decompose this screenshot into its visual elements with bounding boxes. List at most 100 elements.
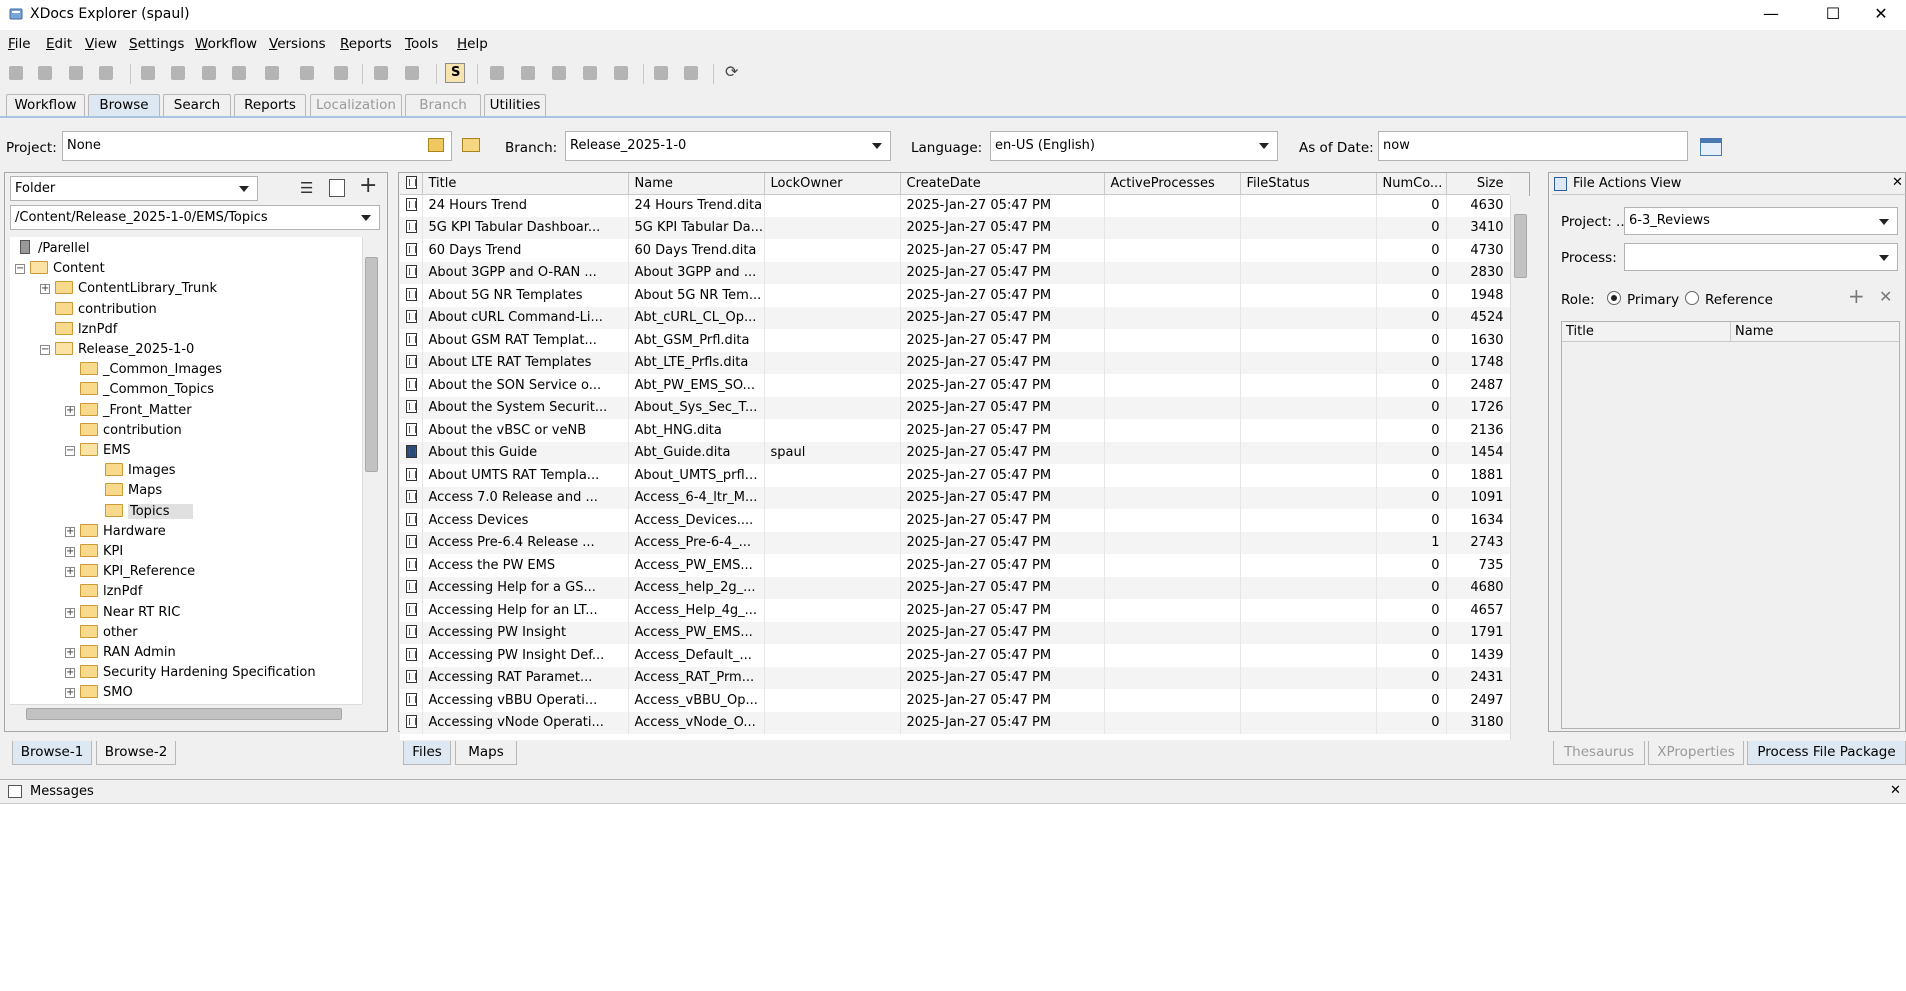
- delete-icon[interactable]: [297, 63, 317, 83]
- role-primary-radio[interactable]: [1607, 291, 1621, 305]
- tab-utilities[interactable]: Utilities: [484, 94, 546, 116]
- tree-expander-icon[interactable]: +: [40, 284, 50, 295]
- list-view-icon[interactable]: ☰: [300, 180, 316, 196]
- add-icon[interactable]: +: [359, 175, 377, 197]
- menu-workflow[interactable]: Workflow: [195, 36, 257, 52]
- tree-expander-icon[interactable]: +: [65, 567, 75, 578]
- tab-files[interactable]: Files: [403, 741, 451, 765]
- tree-node[interactable]: Security Hardening Specification: [80, 663, 316, 683]
- tree-node[interactable]: Release_2025-1-0: [55, 340, 194, 360]
- tree-expander-icon[interactable]: +: [65, 405, 75, 416]
- refresh-icon[interactable]: ⟳: [722, 62, 742, 83]
- table-row[interactable]: Accessing vBBU Operati... Access_vBBU_Op.…: [400, 689, 1510, 712]
- table-row[interactable]: About the vBSC or veNB Abt_HNG.dita 2025-J…: [400, 419, 1510, 442]
- tree-expander-icon[interactable]: −: [65, 446, 75, 456]
- table-row[interactable]: Accessing PW Insight Access_PW_EMS... 2025…: [400, 621, 1510, 644]
- close-icon[interactable]: ✕: [1892, 175, 1903, 190]
- column-header[interactable]: ActiveProcesses: [1104, 173, 1241, 195]
- close-button[interactable]: ✕: [1858, 0, 1904, 28]
- document-icon[interactable]: [329, 179, 345, 197]
- scroll-thumb[interactable]: [26, 708, 342, 720]
- menu-edit[interactable]: Edit: [46, 36, 72, 52]
- table-row[interactable]: About the SON Service o... Abt_PW_EMS_SO.…: [400, 374, 1510, 397]
- calendar-icon[interactable]: [1700, 138, 1722, 156]
- grid-view-icon[interactable]: [651, 63, 671, 83]
- grid-vertical-scrollbar[interactable]: [1510, 196, 1530, 740]
- column-header[interactable]: FileStatus: [1240, 173, 1377, 195]
- menu-versions[interactable]: Versions: [269, 36, 326, 52]
- tab-browse-2[interactable]: Browse-2: [96, 741, 176, 765]
- minimize-button[interactable]: —: [1748, 0, 1794, 28]
- paste-icon[interactable]: [199, 63, 219, 83]
- view-select[interactable]: Folder: [10, 176, 258, 201]
- tab-thesaurus[interactable]: Thesaurus: [1553, 741, 1645, 765]
- table-row[interactable]: About LTE RAT Templates Abt_LTE_Prfls.dit…: [400, 351, 1510, 374]
- tree-node[interactable]: Near RT RIC: [80, 603, 180, 623]
- table-row[interactable]: About GSM RAT Templat... Abt_GSM_Prfl.dit…: [400, 329, 1510, 352]
- table-row[interactable]: About UMTS RAT Templa... About_UMTS_prfls…: [400, 464, 1510, 487]
- tree-node[interactable]: Images: [105, 461, 176, 481]
- tree-node[interactable]: SMO: [80, 683, 133, 703]
- tree-node[interactable]: Hardware: [80, 522, 166, 542]
- folder-browse-icon[interactable]: [428, 138, 444, 152]
- tab-xproperties[interactable]: XProperties: [1648, 741, 1744, 765]
- menu-help[interactable]: Help: [457, 36, 488, 52]
- tree-vertical-scrollbar[interactable]: [362, 237, 380, 704]
- remove-icon[interactable]: ✕: [1879, 287, 1892, 306]
- undo-checkout-icon[interactable]: [66, 63, 86, 83]
- table-row[interactable]: 24 Hours Trend 24 Hours Trend.dita 2025-Ja…: [400, 194, 1510, 217]
- table-row[interactable]: Access 7.0 Release and ... Access_6-4_ltr…: [400, 486, 1510, 509]
- tree-node[interactable]: ContentLibrary_Trunk: [55, 279, 217, 299]
- table-row[interactable]: About this Guide Abt_Guide.dita spaul 2025-…: [400, 441, 1510, 464]
- menu-view[interactable]: View: [85, 36, 117, 52]
- tree-node[interactable]: KPI: [80, 542, 123, 562]
- tree-node[interactable]: _Common_Topics: [80, 380, 214, 400]
- properties-icon[interactable]: [371, 63, 391, 83]
- tree-expander-icon[interactable]: −: [15, 264, 25, 275]
- tree-node[interactable]: EMS: [80, 441, 131, 461]
- rename-icon[interactable]: [331, 63, 351, 83]
- table-row[interactable]: Accessing Help for a GS... Access_help_2g…: [400, 576, 1510, 599]
- column-header[interactable]: Title: [422, 173, 629, 195]
- column-header[interactable]: NumCo...: [1376, 173, 1447, 195]
- tree-node[interactable]: RAN Admin: [80, 643, 176, 663]
- checkout-icon[interactable]: [6, 63, 26, 83]
- lock-icon[interactable]: [96, 63, 116, 83]
- column-header[interactable]: Title: [1566, 324, 1594, 339]
- copy-icon[interactable]: [168, 63, 188, 83]
- tree-node[interactable]: KPI_Reference: [80, 562, 195, 582]
- search-s-icon[interactable]: S: [445, 63, 465, 83]
- tree-node[interactable]: _Common_Images: [80, 360, 222, 380]
- move-icon[interactable]: [611, 63, 631, 83]
- tree-node[interactable]: Maps: [105, 481, 162, 501]
- tab-browse[interactable]: Browse: [88, 94, 160, 116]
- table-row[interactable]: Access Pre-6.4 Release ... Access_Pre-6-4…: [400, 531, 1510, 554]
- column-header[interactable]: Name: [1735, 324, 1773, 339]
- settings-grid-icon[interactable]: [681, 63, 701, 83]
- table-row[interactable]: Accessing RAT Paramet... Access_RAT_Prm..…: [400, 666, 1510, 689]
- column-header[interactable]: CreateDate: [900, 173, 1105, 195]
- role-reference-radio[interactable]: [1685, 291, 1699, 305]
- maximize-button[interactable]: ☐: [1810, 0, 1856, 28]
- table-row[interactable]: About the System Securit... About_Sys_Sec…: [400, 396, 1510, 419]
- tree-expander-icon[interactable]: +: [65, 547, 75, 557]
- tree-node[interactable]: lznPdf: [80, 582, 142, 602]
- table-row[interactable]: 5G KPI Tabular Dashboar... 5G KPI Tabular…: [400, 216, 1510, 239]
- tab-reports[interactable]: Reports: [234, 94, 306, 116]
- menu-tools[interactable]: Tools: [405, 36, 438, 52]
- tree-node[interactable]: contribution: [55, 300, 157, 320]
- export-icon[interactable]: [549, 63, 569, 83]
- tab-process-file-package[interactable]: Process File Package: [1747, 741, 1906, 765]
- table-row[interactable]: Access Devices Access_Devices.... 2025-Jan…: [400, 509, 1510, 532]
- tab-workflow[interactable]: Workflow: [6, 94, 85, 116]
- table-row[interactable]: About 5G NR Templates About 5G NR Tem... 2…: [400, 284, 1510, 307]
- language-select[interactable]: en-US (English): [990, 131, 1278, 161]
- table-row[interactable]: About cURL Command-Li... Abt_cURL_CL_Op..…: [400, 306, 1510, 329]
- menu-settings[interactable]: Settings: [129, 36, 184, 52]
- new-file-icon[interactable]: [262, 63, 282, 83]
- column-header[interactable]: Name: [628, 173, 765, 195]
- tree-expander-icon[interactable]: +: [65, 607, 75, 618]
- tree-expander-icon[interactable]: +: [65, 648, 75, 658]
- path-select[interactable]: /Content/Release_2025-1-0/EMS/Topics: [10, 205, 380, 230]
- add-icon[interactable]: +: [1848, 284, 1865, 308]
